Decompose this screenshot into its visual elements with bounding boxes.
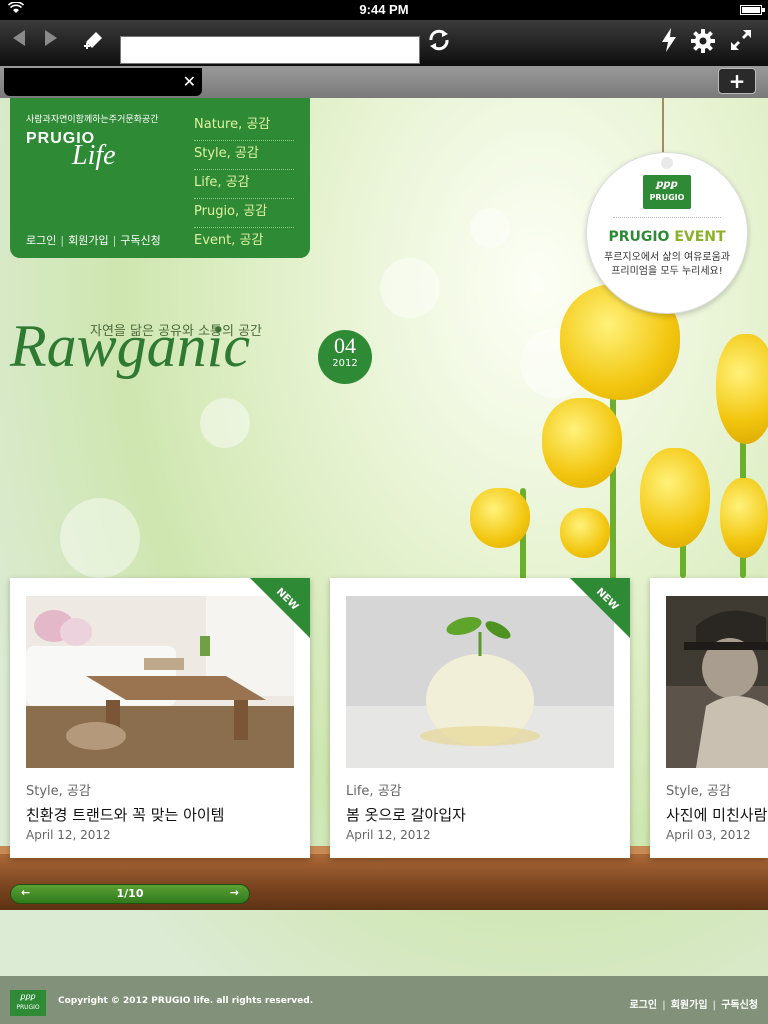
next-arrow-icon[interactable]: → xyxy=(230,886,239,899)
footer-links: 로그인 | 회원가입 | 구독신청 xyxy=(629,996,758,1011)
login-link[interactable]: 로그인 xyxy=(26,234,56,247)
article-date: April 12, 2012 xyxy=(346,828,431,842)
back-arrow-icon[interactable] xyxy=(4,28,34,56)
article-card[interactable]: NEW Life, 공감 봄 옷으로 갈아입자 April 12, 2012 xyxy=(330,578,630,858)
battery-nub xyxy=(762,8,765,12)
bokeh-decoration xyxy=(380,258,440,318)
article-date: April 03, 2012 xyxy=(666,828,751,842)
new-badge: NEW xyxy=(570,578,630,638)
bokeh-decoration xyxy=(200,398,250,448)
separator: | xyxy=(60,234,65,247)
gear-icon[interactable] xyxy=(688,28,718,56)
event-logo: ꝑꝑꝑ PRUGIO xyxy=(643,175,691,209)
article-card[interactable]: NEW Style, 공감 친환경 트랜드와 꼭 맞는 아이템 April 12… xyxy=(10,578,310,858)
url-input[interactable] xyxy=(120,36,420,64)
article-card[interactable]: Style, 공감 사진에 미친사람 April 03, 2012 xyxy=(650,578,768,858)
nav-item-prugio[interactable]: Prugio, 공감 xyxy=(194,199,294,228)
tulip-image xyxy=(720,478,768,558)
article-title[interactable]: 친환경 트랜드와 꼭 맞는 아이템 xyxy=(26,804,224,825)
copyright-text: Copyright © 2012 PRUGIO life. all rights… xyxy=(58,996,314,1006)
fullscreen-icon[interactable] xyxy=(726,28,756,56)
brand-tagline: 사람과자연이함께하는주거문화공간 xyxy=(26,115,159,125)
battery-icon xyxy=(740,5,762,15)
nav-item-nature[interactable]: Nature, 공감 xyxy=(194,112,294,141)
article-category[interactable]: Style, 공감 xyxy=(666,780,731,799)
separator: | xyxy=(112,234,117,247)
event-tag[interactable]: ꝑꝑꝑ PRUGIO PRUGIO EVENT 푸르지오에서 삶의 여유로움과 … xyxy=(586,152,748,314)
issue-year: 2012 xyxy=(332,358,358,369)
separator: | xyxy=(712,1000,717,1011)
nav-item-style[interactable]: Style, 공감 xyxy=(194,141,294,170)
separator: | xyxy=(662,1000,666,1011)
pagination-bar: ← 1/10 → xyxy=(10,884,250,904)
browser-tab[interactable]: ✕ xyxy=(4,68,202,96)
article-category[interactable]: Style, 공감 xyxy=(26,780,91,799)
tulip-image xyxy=(560,508,610,558)
issue-number: 04 xyxy=(334,333,356,358)
leaf-logo-icon: ꝑꝑꝑ xyxy=(20,992,36,1001)
browser-toolbar xyxy=(0,20,768,66)
status-bar: 9:44 PM xyxy=(0,0,768,20)
signup-link[interactable]: 회원가입 xyxy=(68,234,108,247)
leaf-logo-icon: ꝑꝑꝑ xyxy=(656,179,678,190)
close-icon[interactable]: ✕ xyxy=(183,72,196,91)
nav-panel: 사람과자연이함께하는주거문화공간 PRUGIO Life 로그인 | 회원가입 | 구독… xyxy=(10,98,310,258)
event-divider xyxy=(613,217,721,218)
event-title: PRUGIO EVENT xyxy=(608,229,726,245)
article-title[interactable]: 사진에 미친사람 xyxy=(666,804,767,825)
brand-script: Life xyxy=(72,140,116,171)
flash-icon[interactable] xyxy=(654,28,684,56)
article-date: April 12, 2012 xyxy=(26,828,111,842)
footer-logo[interactable]: ꝑꝑꝑ PRUGIO xyxy=(10,990,46,1016)
hero-subtitle: 자연을 닮은 공유와 소통의 공간 xyxy=(90,324,263,339)
footer-login-link[interactable]: 로그인 xyxy=(629,1000,657,1011)
event-tag-string xyxy=(662,98,664,158)
tab-strip: ✕ + xyxy=(0,66,768,98)
footer-subscribe-link[interactable]: 구독신청 xyxy=(721,1000,758,1011)
event-tag-hole xyxy=(661,157,673,169)
article-title[interactable]: 봄 옷으로 갈아입자 xyxy=(346,804,466,825)
tulip-image xyxy=(542,398,622,488)
issue-badge: 04 2012 xyxy=(318,330,372,384)
article-category[interactable]: Life, 공감 xyxy=(346,780,402,799)
nav-item-life[interactable]: Life, 공감 xyxy=(194,170,294,199)
bokeh-decoration xyxy=(60,498,140,578)
event-description: 푸르지오에서 삶의 여유로움과 프리미엄을 모두 누리세요! xyxy=(604,252,730,277)
status-time: 9:44 PM xyxy=(359,2,409,17)
new-badge: NEW xyxy=(250,578,310,638)
nav-item-event[interactable]: Event, 공감 xyxy=(194,228,294,257)
page-content: 사람과자연이함께하는주거문화공간 PRUGIO Life 로그인 | 회원가입 | 구독… xyxy=(0,98,768,1024)
page-counter: 1/10 xyxy=(116,887,144,900)
reload-icon[interactable] xyxy=(424,28,454,56)
tulip-image xyxy=(470,488,530,548)
tulip-image xyxy=(716,334,768,444)
bokeh-decoration xyxy=(470,208,510,248)
forward-arrow-icon[interactable] xyxy=(36,28,66,56)
nav-menu: Nature, 공감 Style, 공감 Life, 공감 Prugio, 공감… xyxy=(194,112,294,257)
plus-icon[interactable]: + xyxy=(718,68,756,94)
bookmark-add-icon[interactable] xyxy=(78,28,108,56)
article-thumbnail xyxy=(666,596,768,768)
auth-links: 로그인 | 회원가입 | 구독신청 xyxy=(26,232,161,248)
footer: ꝑꝑꝑ PRUGIO Copyright © 2012 PRUGIO life.… xyxy=(0,976,768,1024)
subscribe-link[interactable]: 구독신청 xyxy=(120,234,160,247)
tulip-image xyxy=(640,448,710,548)
footer-signup-link[interactable]: 회원가입 xyxy=(671,1000,708,1011)
